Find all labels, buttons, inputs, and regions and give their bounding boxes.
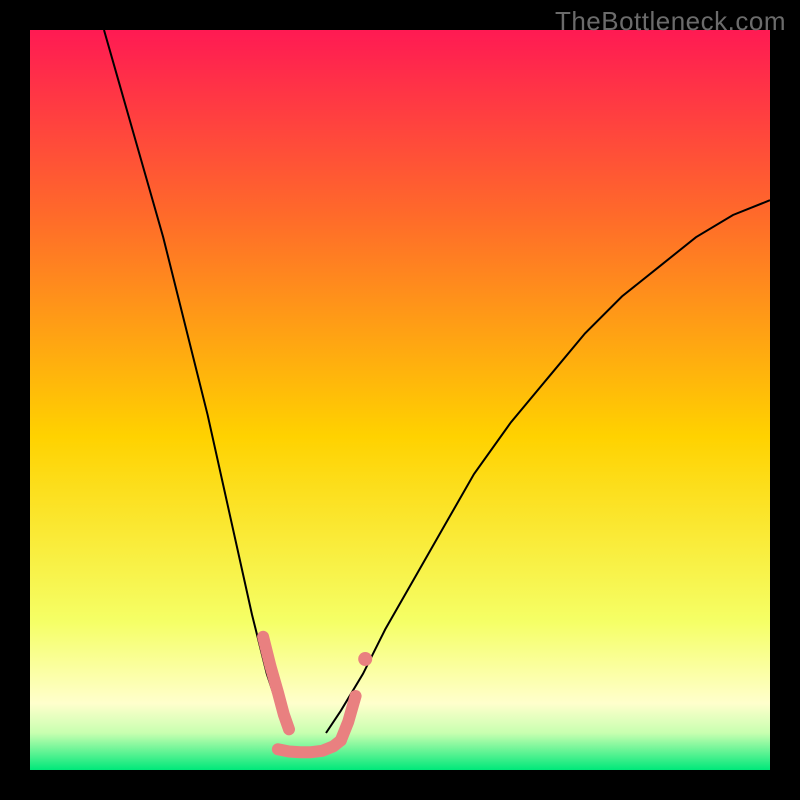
chart-frame: TheBottleneck.com [0, 0, 800, 800]
watermark-text: TheBottleneck.com [555, 6, 786, 37]
plot-area [30, 30, 770, 770]
gradient-bg [30, 30, 770, 770]
plot-svg [30, 30, 770, 770]
